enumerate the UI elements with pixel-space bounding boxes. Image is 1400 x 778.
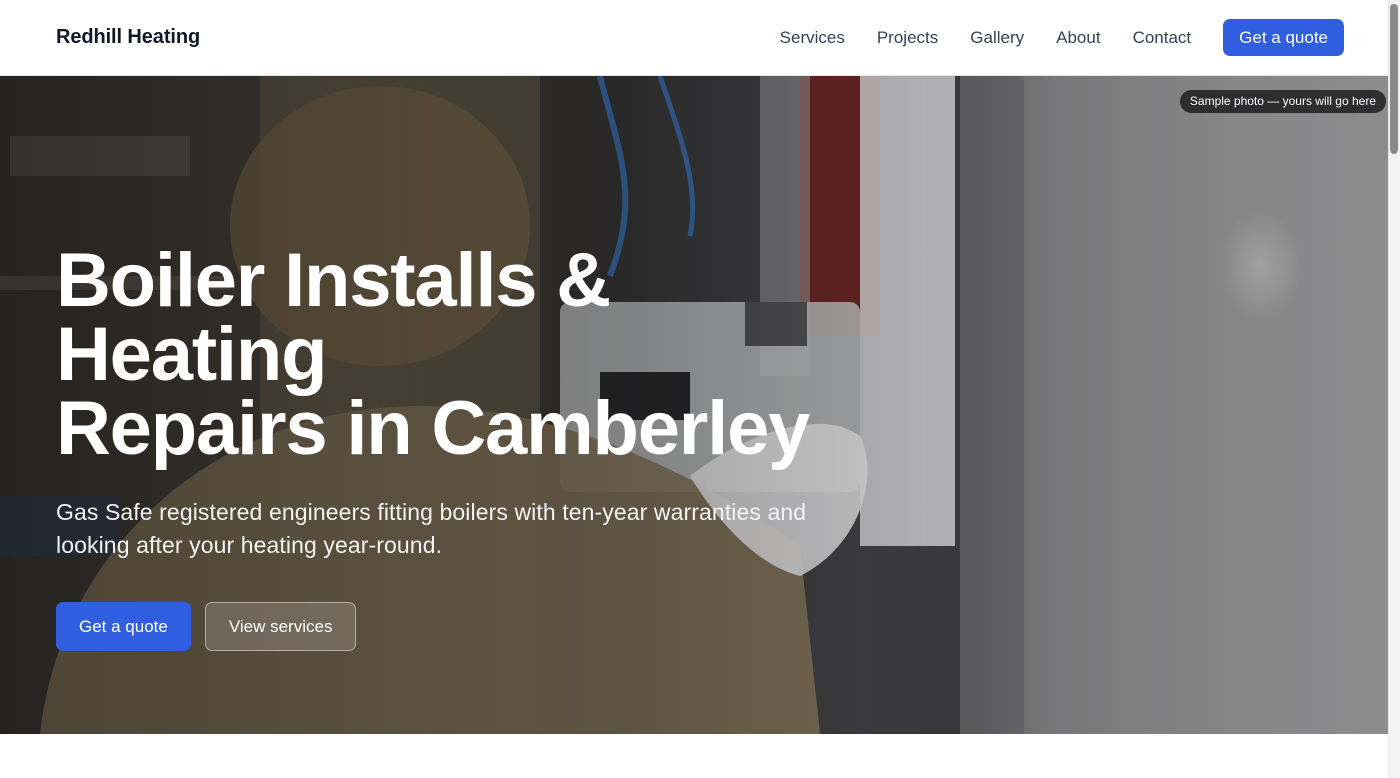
hero-subtitle: Gas Safe registered engineers fitting bo… [56, 499, 807, 558]
nav-services[interactable]: Services [780, 28, 845, 48]
header-quote-button[interactable]: Get a quote [1223, 19, 1344, 56]
page-scrollbar[interactable] [1388, 0, 1400, 778]
hero-quote-button[interactable]: Get a quote [56, 602, 191, 651]
scrollbar-thumb[interactable] [1390, 4, 1398, 154]
hero-title: Boiler Installs & Heating Repairs in Cam… [56, 243, 876, 467]
brand-logo[interactable]: Redhill Heating [56, 26, 200, 49]
nav-projects[interactable]: Projects [877, 28, 938, 48]
main-nav: Services Projects Gallery About Contact … [780, 19, 1344, 56]
hero-section: Sample photo — yours will go here Boiler… [0, 76, 1388, 734]
nav-contact[interactable]: Contact [1133, 28, 1192, 48]
hero-content: Boiler Installs & Heating Repairs in Cam… [56, 243, 956, 651]
hero-title-line-2: Repairs in Camberley [56, 386, 810, 471]
sample-photo-badge: Sample photo — yours will go here [1179, 90, 1386, 113]
nav-gallery[interactable]: Gallery [970, 28, 1024, 48]
next-section [0, 734, 1388, 778]
view-services-button[interactable]: View services [204, 602, 357, 651]
nav-about[interactable]: About [1056, 28, 1100, 48]
hero-title-line-1: Boiler Installs & Heating [56, 238, 611, 397]
hero-actions: Get a quote View services [56, 602, 956, 651]
site-header: Redhill Heating Services Projects Galler… [0, 0, 1388, 76]
